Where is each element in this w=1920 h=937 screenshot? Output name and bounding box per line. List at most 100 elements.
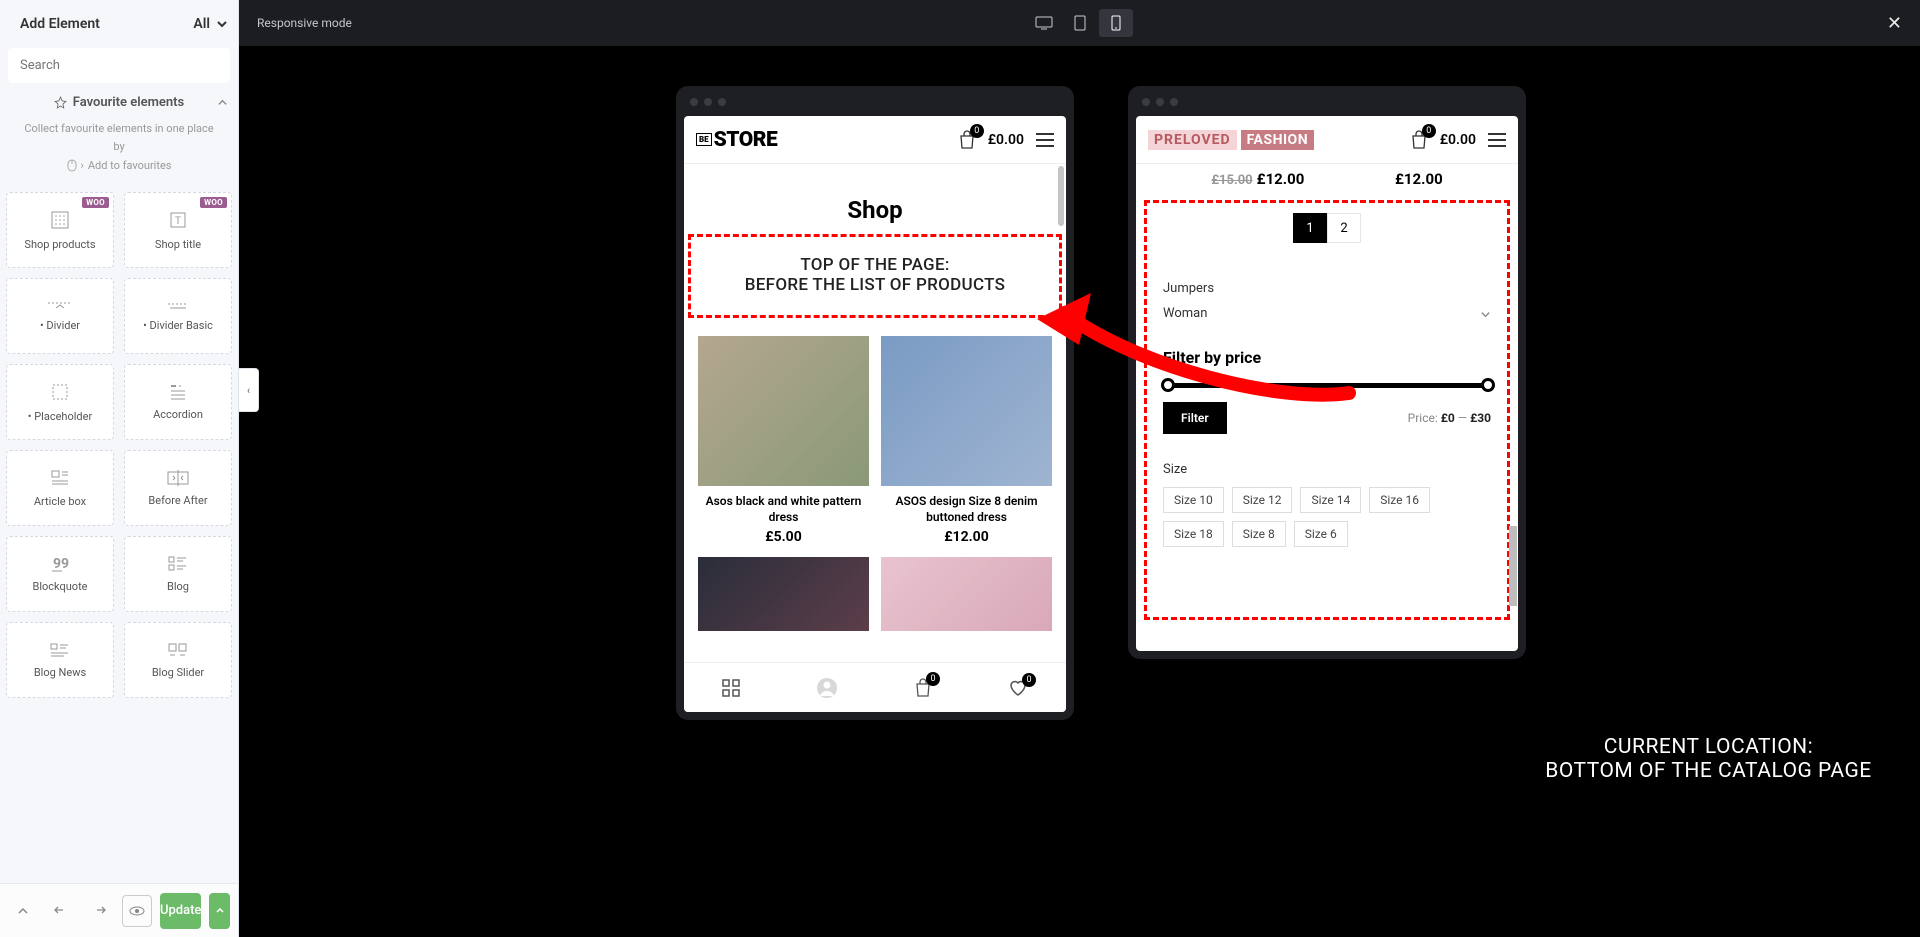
- price-slider[interactable]: [1163, 383, 1491, 388]
- star-icon: [54, 96, 67, 109]
- responsive-mode-label: Responsive mode: [257, 16, 352, 30]
- price-range-label: Price: £0 — £30: [1408, 411, 1491, 425]
- divider-icon: [48, 301, 72, 311]
- size-option[interactable]: Size 10: [1163, 487, 1224, 513]
- element-blog[interactable]: Blog: [124, 536, 232, 612]
- footer-cart-icon[interactable]: 0: [914, 678, 932, 698]
- price-row: £15.00£12.00 £12.00: [1136, 164, 1518, 188]
- size-option[interactable]: Size 14: [1300, 487, 1361, 513]
- category-jumpers[interactable]: Jumpers: [1163, 277, 1491, 302]
- page-1[interactable]: 1: [1293, 213, 1327, 243]
- close-button[interactable]: ✕: [1887, 13, 1902, 34]
- canvas: BESTORE 0 £0.00 Shop TOP OF THE PAGE: BE…: [239, 46, 1920, 937]
- product-card[interactable]: [881, 557, 1052, 631]
- element-shop-title[interactable]: WOOTShop title: [124, 192, 232, 268]
- size-option[interactable]: Size 18: [1163, 521, 1224, 547]
- elements-sidebar: Add Element All Favourite elements Colle…: [0, 0, 239, 937]
- cart-total: £0.00: [1440, 132, 1476, 148]
- product-card[interactable]: ASOS design Size 8 denim buttoned dress …: [881, 336, 1052, 545]
- store-logo[interactable]: BESTORE: [696, 128, 777, 152]
- divider-basic-icon: [166, 301, 190, 311]
- page-2[interactable]: 2: [1327, 213, 1361, 243]
- favourites-toggle[interactable]: Favourite elements: [20, 95, 218, 110]
- element-shop-products[interactable]: WOOShop products: [6, 192, 114, 268]
- element-accordion[interactable]: Accordion: [124, 364, 232, 440]
- size-option[interactable]: Size 16: [1369, 487, 1430, 513]
- mobile-header: PRELOVED FASHION 0 £0.00: [1136, 116, 1518, 164]
- slider-handle-min[interactable]: [1161, 378, 1175, 392]
- view-button[interactable]: [122, 895, 152, 927]
- device-switcher: [1027, 9, 1133, 37]
- chevron-up-icon: [217, 97, 228, 108]
- cart-icon[interactable]: 0: [1410, 130, 1428, 150]
- woo-badge: WOO: [200, 197, 227, 208]
- blog-icon: [168, 556, 188, 572]
- blog-news-icon: [50, 642, 70, 658]
- phone-preview-right: PRELOVED FASHION 0 £0.00 £15.00£12.00 £1…: [1128, 86, 1526, 659]
- annotation-box-top: TOP OF THE PAGE: BEFORE THE LIST OF PROD…: [688, 234, 1062, 318]
- mouse-icon: [67, 159, 77, 172]
- size-filters: Size 10 Size 12 Size 14 Size 16 Size 18 …: [1163, 487, 1491, 547]
- add-favourites-link[interactable]: › Add to favourites: [20, 159, 218, 172]
- woo-badge: WOO: [82, 197, 109, 208]
- caret-up-button[interactable]: [8, 895, 38, 927]
- filter-dropdown[interactable]: All: [193, 16, 228, 32]
- title-icon: T: [168, 210, 188, 230]
- element-divider-basic[interactable]: • Divider Basic: [124, 278, 232, 354]
- page-title: Shop: [684, 196, 1066, 224]
- device-tablet[interactable]: [1063, 9, 1097, 37]
- accordion-icon: [168, 384, 188, 400]
- menu-button[interactable]: [1036, 133, 1054, 147]
- product-image: [698, 557, 869, 631]
- size-option[interactable]: Size 8: [1232, 521, 1286, 547]
- product-image: [881, 336, 1052, 486]
- product-card[interactable]: [698, 557, 869, 631]
- sidebar-title: Add Element: [20, 16, 100, 32]
- window-dots: [684, 98, 1066, 116]
- svg-text:99: 99: [53, 556, 69, 572]
- mobile-header: BESTORE 0 £0.00: [684, 116, 1066, 164]
- menu-button[interactable]: [1488, 133, 1506, 147]
- header-actions: 0 £0.00: [1410, 130, 1506, 150]
- device-desktop[interactable]: [1027, 9, 1061, 37]
- preloved-logo[interactable]: PRELOVED FASHION: [1148, 130, 1314, 150]
- sidebar-footer: Update: [0, 883, 238, 937]
- account-icon[interactable]: [816, 677, 838, 699]
- size-option[interactable]: Size 12: [1232, 487, 1293, 513]
- element-placeholder[interactable]: • Placeholder: [6, 364, 114, 440]
- undo-button[interactable]: [46, 895, 76, 927]
- cart-icon[interactable]: 0: [958, 130, 976, 150]
- element-before-after[interactable]: Before After: [124, 450, 232, 526]
- annotation-box-bottom: 1 2 Jumpers Woman Filter by price Filter…: [1144, 200, 1510, 620]
- element-divider[interactable]: • Divider: [6, 278, 114, 354]
- element-blog-slider[interactable]: Blog Slider: [124, 622, 232, 698]
- slider-handle-max[interactable]: [1481, 378, 1495, 392]
- filter-row: Filter Price: £0 — £30: [1163, 402, 1491, 434]
- product-image: [698, 336, 869, 486]
- category-woman[interactable]: Woman: [1163, 302, 1491, 327]
- element-article-box[interactable]: Article box: [6, 450, 114, 526]
- collapse-sidebar-button[interactable]: ‹: [239, 368, 259, 412]
- grid-view-icon[interactable]: [722, 679, 740, 697]
- sidebar-header: Add Element All: [0, 0, 238, 48]
- scrollbar[interactable]: [1509, 526, 1517, 606]
- scrollbar[interactable]: [1058, 166, 1064, 226]
- element-blog-news[interactable]: Blog News: [6, 622, 114, 698]
- product-card[interactable]: Asos black and white pattern dress £5.00: [698, 336, 869, 545]
- element-blockquote[interactable]: 99Blockquote: [6, 536, 114, 612]
- redo-button[interactable]: [84, 895, 114, 927]
- mobile-footer: 0 0: [684, 662, 1066, 712]
- size-option[interactable]: Size 6: [1294, 521, 1348, 547]
- search-wrapper: [8, 48, 230, 83]
- wishlist-icon[interactable]: 0: [1008, 679, 1028, 697]
- grid-icon: [50, 210, 70, 230]
- update-button[interactable]: Update: [160, 893, 201, 929]
- device-mobile[interactable]: [1099, 9, 1133, 37]
- size-label: Size: [1163, 462, 1491, 477]
- cart-total: £0.00: [988, 132, 1024, 148]
- elements-grid: WOOShop products WOOTShop title • Divide…: [0, 172, 238, 698]
- pagination: 1 2: [1163, 213, 1491, 243]
- filter-button[interactable]: Filter: [1163, 402, 1227, 434]
- search-input[interactable]: [8, 48, 230, 83]
- update-dropdown[interactable]: [209, 893, 230, 929]
